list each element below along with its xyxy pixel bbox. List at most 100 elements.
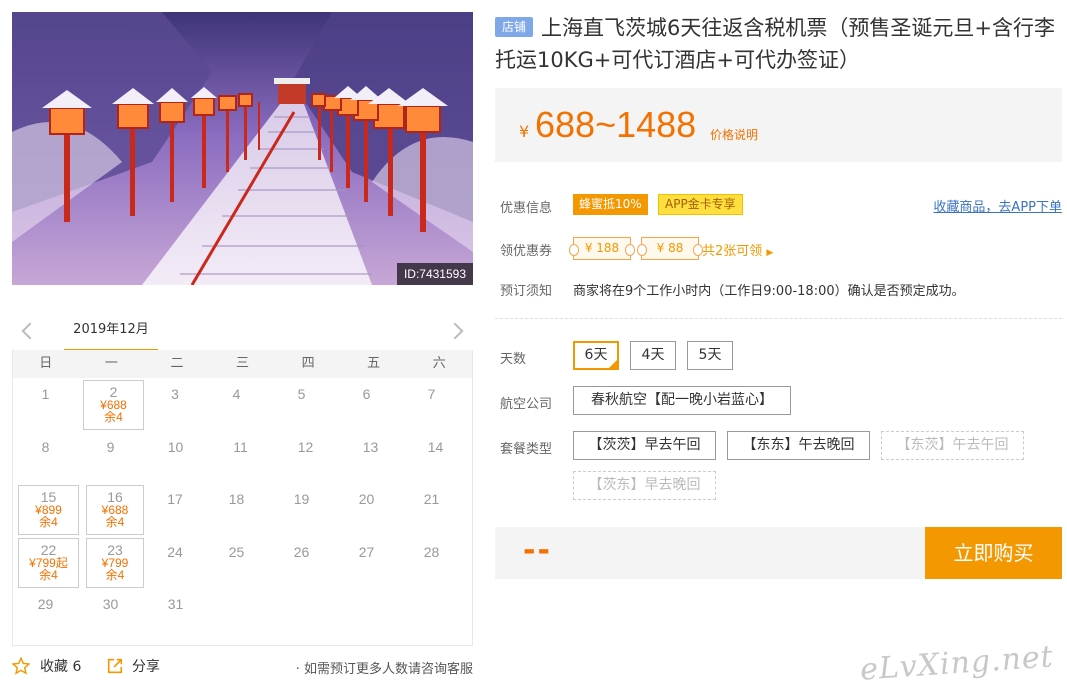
calendar-day: 12 (273, 431, 338, 484)
calendar-week-row: 8 9 10 11 12 13 14 (13, 431, 472, 484)
coupon-more-link[interactable]: 共2张可领 ▶ (702, 240, 773, 259)
calendar-day-number: 5 (297, 386, 306, 402)
product-title: 店铺 上海直飞茨城6天往返含税机票（预售圣诞元旦+含行李托运10KG+可代订酒店+… (495, 12, 1060, 76)
calendar-day: 11 (208, 431, 273, 484)
calendar-day: 4 (204, 378, 269, 431)
calendar-prev-arrow-icon[interactable] (18, 320, 38, 342)
calendar-weekdays: 日 一 二 三 四 五 六 (13, 350, 472, 378)
calendar-day-number: 1 (41, 386, 50, 402)
package-option-cc[interactable]: 【茨茨】早去午回 (573, 431, 716, 460)
package-label: 套餐类型 (500, 442, 553, 457)
weekday-label: 五 (367, 356, 381, 371)
share-button[interactable]: 分享 (106, 656, 160, 676)
weekday-label: 日 (39, 356, 53, 371)
calendar-day-available[interactable]: 23 ¥799 余4 (86, 537, 144, 588)
shop-tag[interactable]: 店铺 (495, 17, 534, 37)
calendar-day-number: 17 (167, 491, 183, 507)
price-box: ¥ 688~1488 价格说明 (495, 88, 1062, 162)
airline-option[interactable]: 春秋航空【配一晚小岩蓝心】 (573, 386, 791, 415)
calendar-day-number: 6 (362, 386, 371, 402)
calendar-day-available[interactable]: 22 ¥799起 余4 (18, 537, 79, 588)
calendar-day-remaining: 余4 (105, 515, 125, 529)
coupon-188[interactable]: ¥ 188 (569, 237, 635, 260)
calendar-day-number: 30 (102, 596, 119, 612)
days-label: 天数 (500, 352, 527, 367)
favorite-label: 收藏 6 (40, 659, 82, 675)
days-option-6[interactable]: 6天 (573, 341, 619, 370)
calendar-month-tab[interactable]: 2019年12月 (64, 312, 158, 352)
calendar-day-number: 9 (106, 438, 115, 455)
star-icon (12, 657, 30, 675)
calendar-day-available[interactable]: 16 ¥688 余4 (86, 485, 144, 535)
days-option-5[interactable]: 5天 (687, 341, 733, 370)
calendar-day-number: 20 (358, 491, 375, 507)
calendar-next-arrow-icon[interactable] (447, 320, 467, 342)
calendar-day-number (273, 588, 338, 596)
weekday-label: 二 (170, 356, 184, 371)
calendar-day: 20 (334, 483, 399, 536)
calendar-header: 2019年12月 (12, 312, 473, 352)
photo-id-label: ID:7431593 (396, 263, 473, 285)
coupon-88[interactable]: ¥ 88 (637, 237, 703, 260)
calendar-day (338, 588, 403, 641)
calendar-day-number: 19 (293, 491, 310, 507)
calendar-day: 8 (13, 431, 78, 484)
calendar-week-row: 29 30 31 (13, 588, 472, 641)
weekday-label: 三 (236, 356, 250, 371)
weekday-label: 一 (104, 356, 118, 371)
calendar-day-number: 28 (423, 543, 440, 560)
calendar-day-number: 3 (171, 386, 179, 402)
calendar-day-available[interactable]: 15 ¥899 余4 (18, 485, 79, 535)
weekday-label: 四 (301, 356, 315, 371)
honey-discount-tag: 蜂蜜抵10% (573, 194, 648, 215)
calendar-week-row: 1 2 ¥688 余4 3 4 5 6 7 (13, 378, 472, 431)
calendar-day: 6 (334, 378, 399, 431)
calendar-day-number: 31 (167, 596, 184, 612)
airline-label: 航空公司 (500, 397, 553, 412)
calendar-week-row: 15 ¥899 余4 16 ¥688 余4 17 18 19 20 21 (13, 483, 472, 536)
coupon-label: 领优惠券 (500, 244, 553, 259)
calendar-day-remaining: 余4 (39, 515, 58, 529)
calendar-day: 21 (399, 483, 464, 536)
photo-illustration (12, 12, 473, 285)
calendar-day (273, 588, 338, 641)
coupon-more-label: 共2张可领 (702, 244, 763, 259)
calendar-day-number: 24 (167, 543, 183, 560)
calendar-day: 30 (78, 588, 143, 641)
calendar-day-remaining: 余4 (104, 410, 123, 424)
calendar-day-number: 10 (167, 438, 184, 455)
calendar-day: 3 (146, 378, 204, 431)
package-option-dd[interactable]: 【东东】午去晚回 (727, 431, 870, 460)
share-label: 分享 (132, 659, 160, 675)
calendar-day-number: 2 (109, 384, 118, 400)
price-range: 688~1488 (535, 104, 697, 145)
price-note-link[interactable]: 价格说明 (710, 126, 758, 143)
buy-bar: -- 立即购买 (495, 527, 1062, 579)
days-option-4[interactable]: 4天 (630, 341, 676, 370)
calendar-day-number: 26 (293, 543, 310, 560)
product-title-text: 上海直飞茨城6天往返含税机票（预售圣诞元旦+含行李托运10KG+可代订酒店+可代… (495, 16, 1055, 72)
calendar-day-number: 8 (41, 438, 50, 455)
product-photo[interactable]: ID:7431593 (12, 12, 473, 285)
calendar-day-available[interactable]: 2 ¥688 余4 (83, 380, 144, 430)
calendar-day (403, 588, 468, 641)
calendar-day: 10 (143, 431, 208, 484)
app-order-link[interactable]: 收藏商品，去APP下单 (933, 196, 1062, 215)
calendar-week-row: 22 ¥799起 余4 23 ¥799 余4 24 25 26 27 28 (13, 536, 472, 589)
calendar-day-number: 4 (232, 386, 241, 402)
calendar-day-price: ¥799起 (29, 555, 68, 570)
calendar-day-number: 12 (297, 438, 314, 455)
buy-now-button[interactable]: 立即购买 (925, 527, 1062, 579)
calendar-grid: 1 2 ¥688 余4 3 4 5 6 7 8 9 10 11 12 13 14 15 ¥899 余4 16 ¥688 余… (13, 378, 472, 641)
weekday-label: 六 (432, 356, 446, 371)
calendar-day: 31 (143, 588, 208, 641)
calendar-day-number: 22 (40, 541, 57, 558)
calendar-day-number (338, 588, 403, 596)
price-currency: ¥ (519, 122, 530, 141)
calendar-day-number: 23 (107, 541, 123, 558)
calendar-day-number: 18 (228, 491, 245, 507)
calendar-day: 9 (78, 431, 143, 484)
notice-text: 商家将在9个工作小时内（工作日9:00-18:00）确认是否预定成功。 (573, 284, 965, 299)
favorite-button[interactable]: 收藏 6 (12, 656, 81, 676)
bottom-actions: 收藏 6 分享 · 如需预订更多人数请咨询客服 (12, 654, 473, 680)
